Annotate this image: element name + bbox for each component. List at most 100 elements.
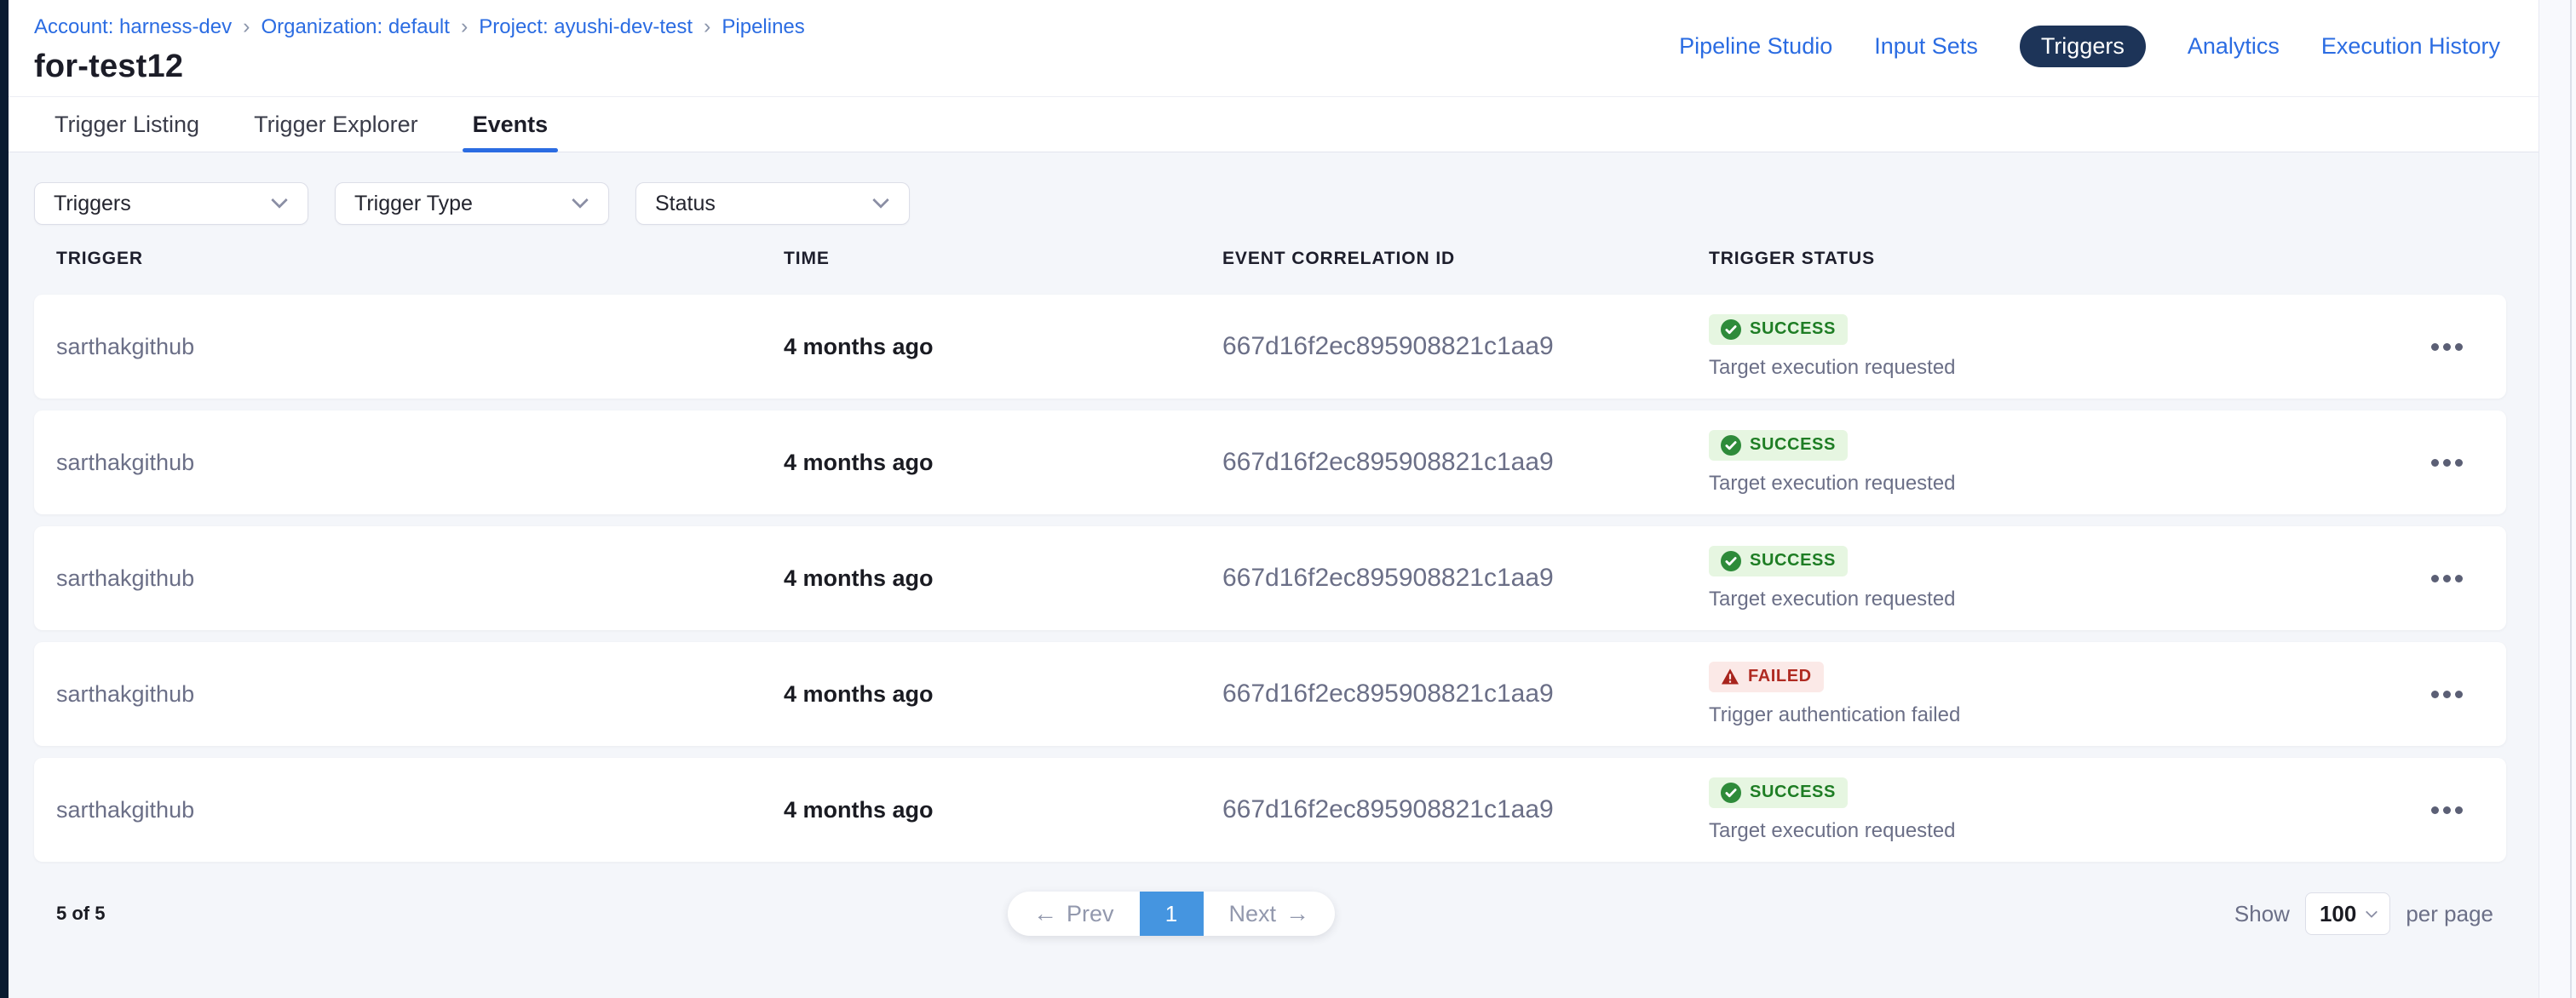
event-correlation-id: 667d16f2ec895908821c1aa9 — [1222, 564, 1709, 593]
status-label: FAILED — [1748, 667, 1812, 686]
results-summary: 5 of 5 — [34, 903, 105, 925]
trigger-name: sarthakgithub — [56, 565, 784, 592]
page-size-control: Show 100 per page — [2234, 892, 2493, 935]
tab-trigger-listing[interactable]: Trigger Listing — [44, 97, 210, 152]
breadcrumb-separator-icon: › — [243, 14, 250, 39]
nav-triggers[interactable]: Triggers — [2020, 26, 2146, 67]
next-label: Next — [1229, 901, 1277, 927]
breadcrumb-pipelines[interactable]: Pipelines — [722, 15, 804, 39]
pagination: ← Prev 1 Next → — [1008, 892, 1335, 936]
status-label: SUCCESS — [1750, 435, 1836, 455]
table-footer: 5 of 5 ← Prev 1 Next → Show 100 — [34, 887, 2506, 940]
check-circle-icon — [1721, 783, 1741, 803]
arrow-left-icon: ← — [1033, 900, 1057, 927]
more-options-icon — [2426, 798, 2468, 823]
trigger-status-cell: SUCCESS Target execution requested — [1709, 546, 2387, 611]
breadcrumb-project[interactable]: Project: ayushi-dev-test — [479, 15, 693, 39]
scrollbar-gutter[interactable] — [2539, 0, 2576, 998]
filter-status[interactable]: Status — [635, 182, 910, 225]
pipeline-nav: Pipeline Studio Input Sets Triggers Anal… — [1679, 27, 2500, 65]
events-content: Triggers Trigger Type Status TRIGGER TIM… — [9, 182, 2539, 940]
status-label: SUCCESS — [1750, 319, 1836, 339]
chevron-down-icon — [872, 192, 889, 209]
nav-analytics[interactable]: Analytics — [2188, 33, 2280, 60]
event-correlation-id: 667d16f2ec895908821c1aa9 — [1222, 795, 1709, 824]
event-time: 4 months ago — [784, 797, 1222, 823]
more-options-icon — [2426, 566, 2468, 591]
row-menu-button[interactable] — [2387, 335, 2506, 359]
more-options-icon — [2426, 335, 2468, 359]
status-label: SUCCESS — [1750, 551, 1836, 571]
page-1-button[interactable]: 1 — [1140, 892, 1204, 936]
table-header-row: TRIGGER TIME EVENT CORRELATION ID TRIGGE… — [34, 249, 2506, 269]
filter-triggers[interactable]: Triggers — [34, 182, 308, 225]
main-area: Account: harness-dev › Organization: def… — [9, 0, 2539, 998]
tab-trigger-explorer[interactable]: Trigger Explorer — [244, 97, 428, 152]
status-message: Target execution requested — [1709, 472, 2387, 496]
trigger-status-cell: SUCCESS Target execution requested — [1709, 430, 2387, 496]
status-message: Target execution requested — [1709, 356, 2387, 380]
status-label: SUCCESS — [1750, 783, 1836, 802]
row-menu-button[interactable] — [2387, 798, 2506, 823]
event-row: sarthakgithub 4 months ago 667d16f2ec895… — [34, 526, 2506, 630]
filter-label: Trigger Type — [354, 192, 473, 216]
show-label: Show — [2234, 901, 2290, 927]
check-circle-icon — [1721, 551, 1741, 571]
status-message: Target execution requested — [1709, 819, 2387, 843]
breadcrumb-separator-icon: › — [461, 14, 468, 39]
nav-pipeline-studio[interactable]: Pipeline Studio — [1679, 33, 1832, 60]
filter-trigger-type[interactable]: Trigger Type — [335, 182, 609, 225]
chevron-down-icon — [2366, 905, 2378, 917]
status-badge: SUCCESS — [1709, 546, 1848, 576]
page-size-value: 100 — [2320, 901, 2356, 927]
column-header-trigger: TRIGGER — [56, 249, 784, 269]
breadcrumb-account[interactable]: Account: harness-dev — [34, 15, 232, 39]
chevron-down-icon — [572, 192, 589, 209]
event-row: sarthakgithub 4 months ago 667d16f2ec895… — [34, 642, 2506, 746]
event-row: sarthakgithub 4 months ago 667d16f2ec895… — [34, 295, 2506, 399]
column-header-event-correlation-id: EVENT CORRELATION ID — [1222, 249, 1709, 269]
prev-button[interactable]: ← Prev — [1008, 892, 1140, 936]
trigger-name: sarthakgithub — [56, 681, 784, 708]
event-correlation-id: 667d16f2ec895908821c1aa9 — [1222, 448, 1709, 477]
check-circle-icon — [1721, 435, 1741, 456]
nav-input-sets[interactable]: Input Sets — [1874, 33, 1978, 60]
trigger-name: sarthakgithub — [56, 450, 784, 476]
filter-label: Status — [655, 192, 716, 216]
more-options-icon — [2426, 682, 2468, 707]
status-message: Target execution requested — [1709, 588, 2387, 611]
warning-triangle-icon — [1721, 668, 1739, 686]
status-badge: SUCCESS — [1709, 314, 1848, 345]
tab-events[interactable]: Events — [463, 97, 559, 152]
row-menu-button[interactable] — [2387, 682, 2506, 707]
breadcrumb-separator-icon: › — [704, 14, 710, 39]
breadcrumb-organization[interactable]: Organization: default — [261, 15, 449, 39]
event-correlation-id: 667d16f2ec895908821c1aa9 — [1222, 680, 1709, 708]
page-size-select[interactable]: 100 — [2305, 892, 2390, 935]
event-time: 4 months ago — [784, 681, 1222, 708]
status-badge: SUCCESS — [1709, 777, 1848, 808]
column-header-trigger-status: TRIGGER STATUS — [1709, 249, 2387, 269]
check-circle-icon — [1721, 319, 1741, 340]
row-menu-button[interactable] — [2387, 566, 2506, 591]
arrow-right-icon: → — [1285, 900, 1309, 927]
events-table: sarthakgithub 4 months ago 667d16f2ec895… — [34, 295, 2506, 862]
per-page-label: per page — [2406, 901, 2493, 927]
prev-label: Prev — [1067, 901, 1114, 927]
status-message: Trigger authentication failed — [1709, 703, 2387, 727]
collapsed-sidebar-edge[interactable] — [0, 0, 9, 998]
next-button[interactable]: Next → — [1204, 892, 1336, 936]
trigger-name: sarthakgithub — [56, 797, 784, 823]
trigger-status-cell: FAILED Trigger authentication failed — [1709, 662, 2387, 727]
event-row: sarthakgithub 4 months ago 667d16f2ec895… — [34, 758, 2506, 862]
event-time: 4 months ago — [784, 450, 1222, 476]
nav-execution-history[interactable]: Execution History — [2321, 33, 2500, 60]
more-options-icon — [2426, 450, 2468, 475]
trigger-status-cell: SUCCESS Target execution requested — [1709, 314, 2387, 380]
event-time: 4 months ago — [784, 565, 1222, 592]
chevron-down-icon — [271, 192, 288, 209]
event-time: 4 months ago — [784, 334, 1222, 360]
row-menu-button[interactable] — [2387, 450, 2506, 475]
trigger-name: sarthakgithub — [56, 334, 784, 360]
column-header-time: TIME — [784, 249, 1222, 269]
